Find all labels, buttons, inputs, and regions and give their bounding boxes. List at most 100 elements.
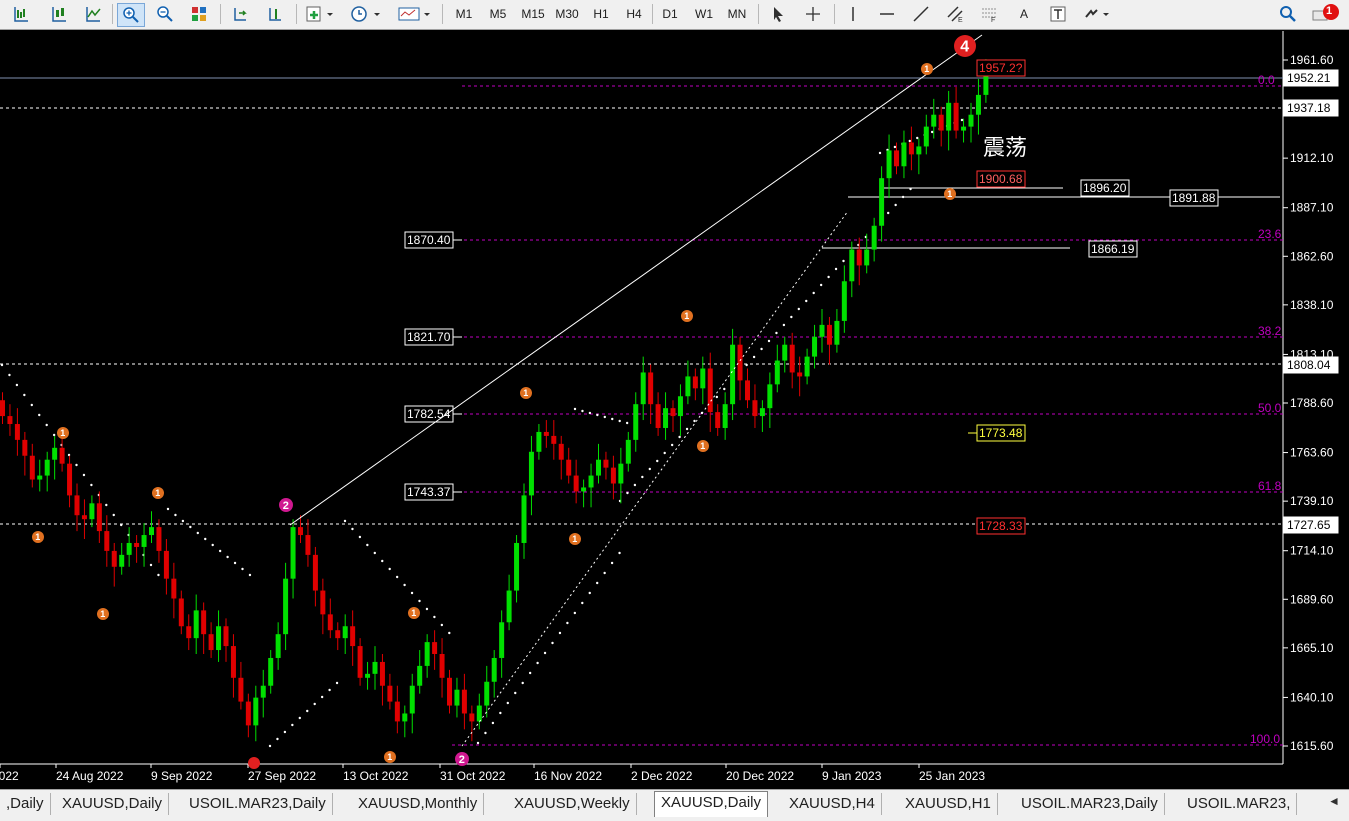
tf-h1-button[interactable]: H1 [588,3,614,25]
bear-candle [394,701,400,722]
bar-chart-icon[interactable] [8,3,34,25]
tf-m30-button[interactable]: M30 [552,3,582,25]
sar-dot [618,551,621,555]
wave-2-marker: 2 [459,754,465,766]
price-chart[interactable]: 1961.601937.101912.101887.101862.601838.… [0,31,1349,788]
chart-tab[interactable]: XAUUSD,Monthly [352,793,485,815]
equidistant-channel-icon[interactable]: E [942,3,968,25]
fib-price-label: 1870.40 [407,233,451,247]
tf-m1-button[interactable]: M1 [451,3,477,25]
tf-d1-button[interactable]: D1 [657,3,683,25]
bear-candle [134,542,140,547]
vertical-line-icon[interactable] [840,3,866,25]
sar-dot [812,291,815,295]
periods-icon[interactable] [346,3,386,25]
bull-candle [409,685,415,714]
chart-tab[interactable]: XAUUSD,H1 [899,793,998,815]
sar-dot [343,519,347,523]
chart-tab[interactable]: XAUUSD,Weekly [508,793,637,815]
tab-scroll-left-icon[interactable]: ◄ [1328,794,1340,808]
sar-dot [15,383,19,387]
text-tool-icon[interactable]: A [1011,3,1037,25]
trendline-icon[interactable] [908,3,934,25]
tf-h4-button[interactable]: H4 [621,3,647,25]
bull-candle [879,178,885,226]
chart-tab[interactable]: XAUUSD,Daily [654,791,769,817]
text-label-icon[interactable] [1045,3,1071,25]
label-1728: 1728.33 [979,519,1023,533]
chart-tab[interactable]: XAUUSD,Daily [56,793,170,815]
bull-candle [596,459,601,476]
bull-candle [834,320,840,345]
bear-candle [67,463,73,496]
indicators-icon[interactable] [302,3,338,25]
candlestick-icon[interactable] [46,3,72,25]
bear-candle [789,344,795,373]
bull-candle [782,344,788,361]
chart-shift-icon[interactable] [262,3,288,25]
bull-candle [268,657,274,686]
bull-candle [700,368,706,389]
sar-dot [241,567,244,571]
sar-dot [120,523,123,527]
chart-tab[interactable]: ,Daily [0,793,51,815]
sar-dot [887,211,890,215]
fib-price-label: 1743.37 [407,485,451,499]
tile-windows-icon[interactable] [186,3,212,25]
sar-dot [395,575,399,579]
notifications-icon[interactable]: 1 [1308,3,1342,25]
sar-dot [298,716,301,720]
bull-candle [759,408,765,417]
bull-candle [216,626,222,651]
chart-tab[interactable]: USOIL.MAR23,Daily [183,793,333,815]
price-tag-1727: 1727.65 [1287,518,1331,532]
line-chart-icon[interactable] [80,3,106,25]
bear-candle [29,455,35,480]
sar-dot [166,507,170,511]
sar-dot [335,681,339,685]
sar-dot [448,631,451,635]
auto-scroll-icon[interactable] [227,3,253,25]
zoom-in-icon[interactable] [117,3,145,27]
sar-dot [551,641,554,645]
tf-mn-button[interactable]: MN [723,3,751,25]
sar-dot [476,741,480,745]
bull-candle [44,459,50,476]
sar-dot [218,549,222,553]
sar-dot [656,459,659,463]
fibonacci-icon[interactable]: F [976,3,1002,25]
arrows-icon[interactable] [1080,3,1116,25]
sar-dot [328,688,331,692]
sar-dot [566,621,569,625]
tf-m5-button[interactable]: M5 [485,3,511,25]
bear-candle [894,150,899,167]
price-label: 1961.60 [1290,53,1334,67]
tf-m15-button[interactable]: M15 [518,3,548,25]
bear-candle [104,531,110,551]
bull-candle [476,705,482,722]
chart-tab[interactable]: USOIL.MAR23, [1181,793,1298,815]
price-tag-1808: 1808.04 [1287,358,1331,372]
chart-tab[interactable]: XAUUSD,H4 [783,793,882,815]
sar-dot [204,537,207,541]
bear-candle [953,102,959,131]
crosshair-icon[interactable] [800,3,826,25]
sar-dot [610,561,614,565]
horizontal-line-icon[interactable] [874,3,900,25]
zoom-out-icon[interactable] [152,3,178,25]
cursor-icon[interactable] [765,3,791,25]
search-icon[interactable] [1276,3,1300,25]
sar-dot [834,267,838,271]
bull-candle [506,590,512,623]
bull-candle [812,336,818,357]
bull-candle [536,431,542,452]
sar-dot [358,535,362,539]
sar-dot [491,721,495,725]
sar-dot [670,443,674,447]
tf-w1-button[interactable]: W1 [691,3,717,25]
templates-icon[interactable] [394,3,434,25]
chart-tab[interactable]: USOIL.MAR23,Daily [1015,793,1165,815]
bull-candle [491,657,497,682]
fib-price-label: 1821.70 [407,330,451,344]
sar-dot [782,323,786,327]
